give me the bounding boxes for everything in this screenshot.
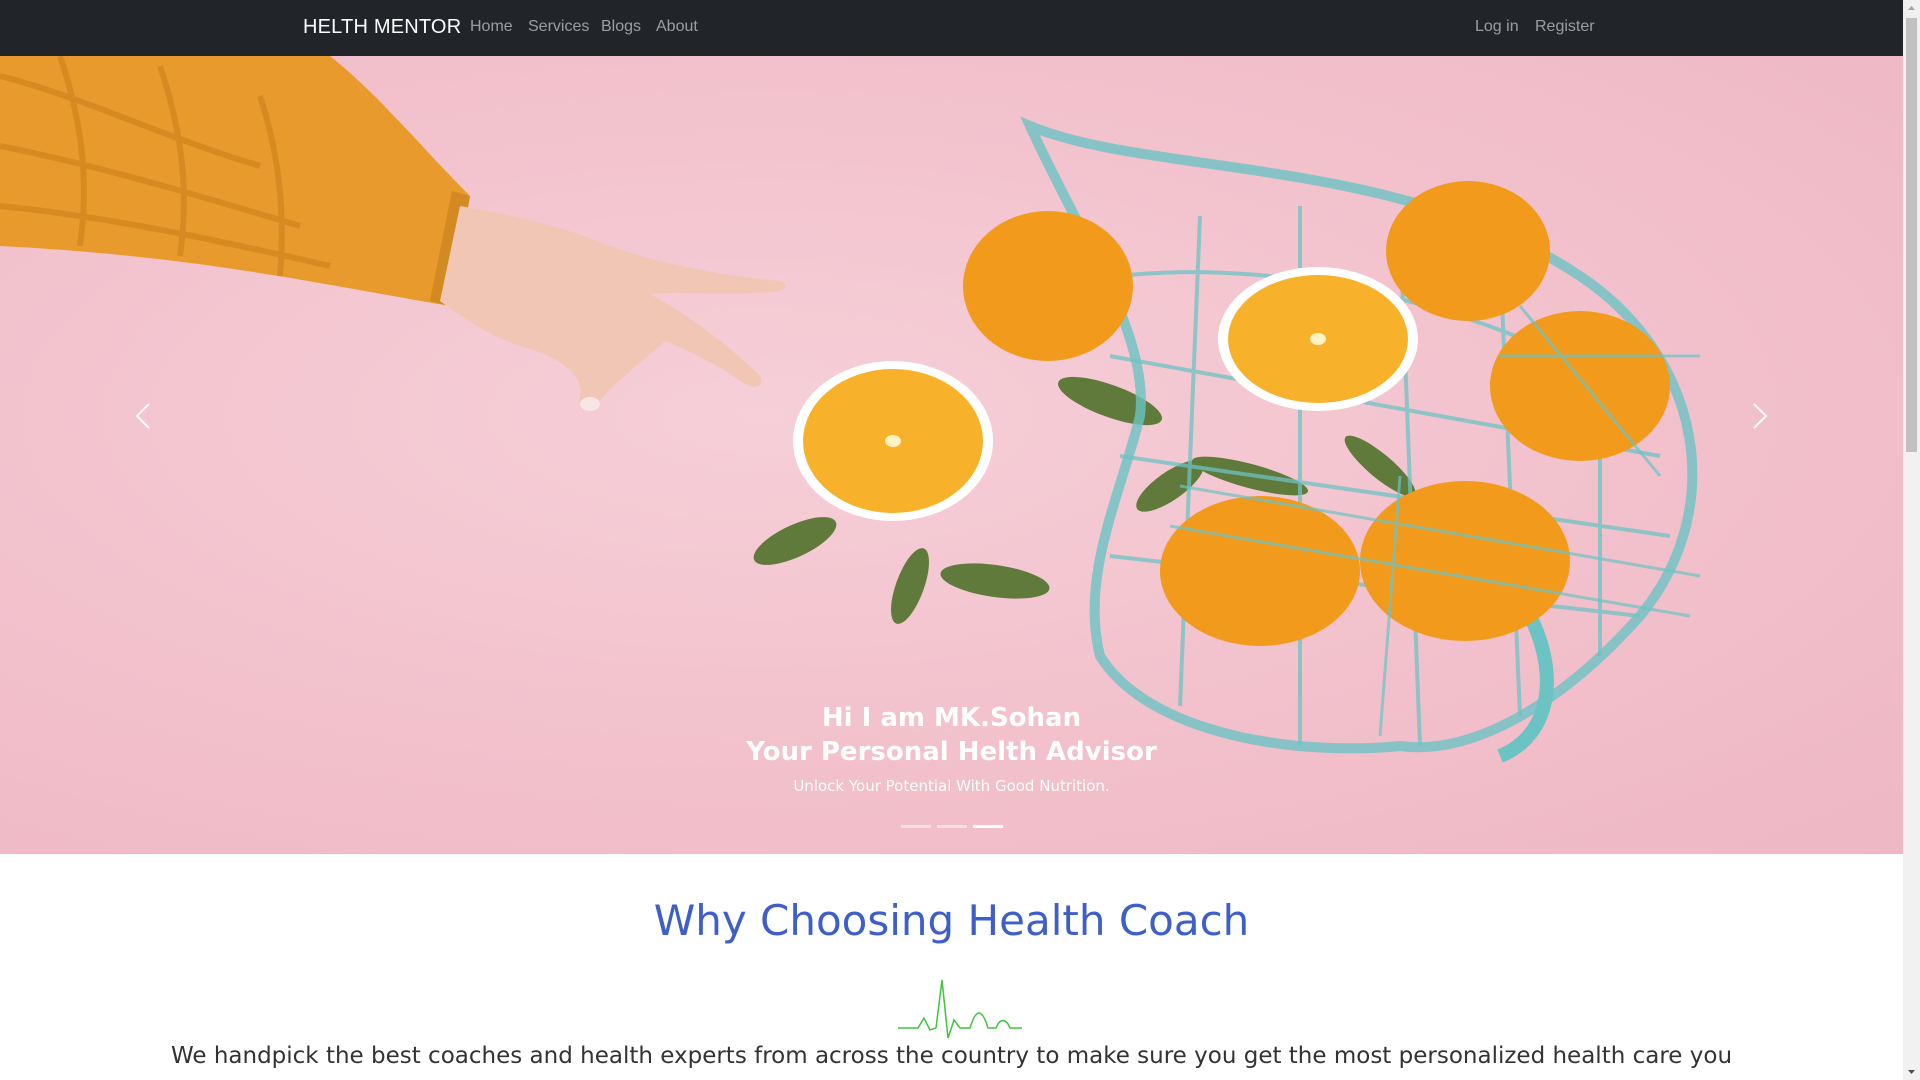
register-link[interactable]: Register [1535,18,1595,36]
section-title: Why Choosing Health Coach [653,896,1250,945]
top-navbar: HELTH MENTOR Home Services Blogs About L… [0,0,1903,56]
nav-link-blogs[interactable]: Blogs [601,18,641,36]
login-link[interactable]: Log in [1475,18,1519,36]
heartbeat-icon [898,979,1022,1039]
carousel-indicator-3[interactable] [973,825,1003,828]
carousel-indicator-1[interactable] [901,825,931,828]
brand-logo[interactable]: HELTH MENTOR [303,16,461,39]
hero-title-line1: Hi I am MK.Sohan [821,703,1082,733]
chevron-right-icon[interactable] [1730,386,1790,446]
nav-link-about[interactable]: About [656,18,698,36]
nav-link-home[interactable]: Home [470,18,513,36]
nav-link-services[interactable]: Services [528,18,589,36]
carousel-indicator-2[interactable] [937,825,967,828]
hero-title-line2: Your Personal Helth Advisor [746,737,1157,767]
scroll-up-arrow-icon[interactable] [1903,0,1920,17]
section-description: We handpick the best coaches and health … [170,1043,1733,1069]
hero-carousel: Hi I am MK.Sohan Your Personal Helth Adv… [0,56,1903,854]
scrollbar-thumb[interactable] [1906,18,1917,452]
hero-subtitle: Unlock Your Potential With Good Nutritio… [793,777,1110,795]
chevron-left-icon[interactable] [113,386,173,446]
scroll-down-arrow-icon[interactable] [1903,1063,1920,1080]
